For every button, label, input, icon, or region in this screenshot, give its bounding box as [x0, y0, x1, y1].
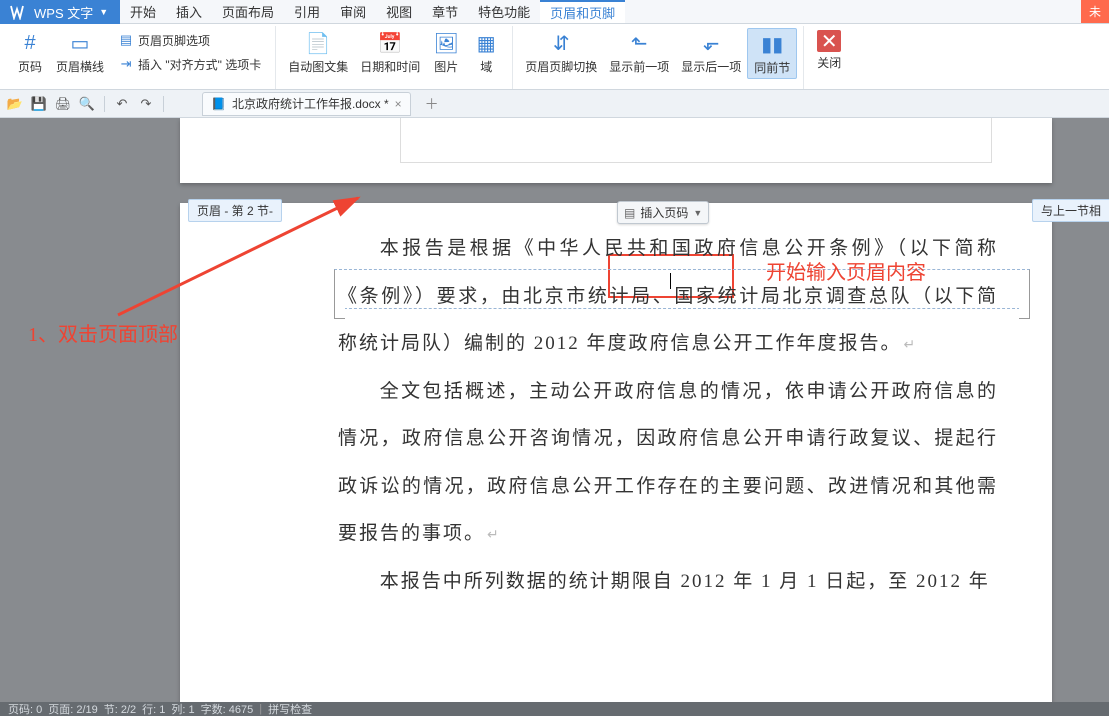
show-next-button[interactable]: ⬐ 显示后一项	[675, 28, 747, 77]
header-line-button[interactable]: ▭ 页眉横线	[50, 28, 110, 77]
tab-special[interactable]: 特色功能	[468, 0, 540, 23]
tab-insert[interactable]: 插入	[166, 0, 212, 23]
wps-logo-icon	[6, 1, 28, 23]
show-next-label: 显示后一项	[681, 58, 741, 75]
status-page: 页面: 2/19	[48, 701, 98, 717]
status-page-code: 页码: 0	[8, 701, 42, 717]
titlebar-right-button[interactable]: 未	[1081, 0, 1109, 23]
app-menu-caret-icon[interactable]: ▼	[99, 7, 108, 17]
tab-view[interactable]: 视图	[376, 0, 422, 23]
page-previous-bottom	[180, 118, 1052, 183]
quick-access-bar: 📂 💾 🖨 🔍 ↶ ↷ 📘 北京政府统计工作年报.docx * × ＋	[0, 90, 1109, 118]
insert-align-label: 插入 "对齐方式" 选项卡	[138, 56, 261, 73]
auto-text-label: 自动图文集	[288, 58, 348, 75]
return-mark-icon: ↵	[487, 528, 501, 543]
header-footer-options-button[interactable]: ▤ 页眉页脚选项	[114, 30, 265, 50]
paragraph-1: 本报告是根据《中华人民共和国政府信息公开条例》（以下简称《条例》）要求，由北京市…	[338, 238, 998, 354]
show-prev-button[interactable]: ⬑ 显示前一项	[603, 28, 675, 77]
separator	[104, 96, 105, 112]
doc-icon: 📘	[211, 97, 226, 111]
same-section-button[interactable]: ▮▮ 同前节	[747, 28, 797, 79]
add-tab-button[interactable]: ＋	[425, 94, 439, 114]
tab-section[interactable]: 章节	[422, 0, 468, 23]
insert-page-number-button[interactable]: ▤ 插入页码 ▼	[617, 201, 709, 224]
tab-review[interactable]: 审阅	[330, 0, 376, 23]
page-number-label: 页码	[18, 58, 42, 75]
link-previous-tag: 与上一节相	[1032, 199, 1109, 222]
tab-close-icon[interactable]: ×	[395, 97, 402, 111]
field-button[interactable]: ▦ 域	[466, 28, 506, 77]
insert-align-tab-button[interactable]: ⇥ 插入 "对齐方式" 选项卡	[114, 54, 265, 74]
separator	[163, 96, 164, 112]
tab-home[interactable]: 开始	[120, 0, 166, 23]
prev-icon: ⬑	[625, 30, 653, 56]
header-line-icon: ▭	[66, 30, 94, 56]
tab-references[interactable]: 引用	[284, 0, 330, 23]
page-number-small-icon: ▤	[624, 206, 635, 220]
dropdown-caret-icon: ▼	[693, 208, 702, 218]
status-word-count: 字数: 4675	[201, 701, 254, 717]
return-mark-icon: ↵	[904, 338, 918, 353]
status-col: 列: 1	[171, 701, 194, 717]
auto-text-icon: 📄	[304, 30, 332, 56]
ribbon: # 页码 ▭ 页眉横线 ▤ 页眉页脚选项 ⇥ 插入 "对齐方式" 选项卡 📄 自…	[0, 24, 1109, 90]
picture-button[interactable]: 🖼 图片	[426, 28, 466, 77]
close-icon: ✕	[817, 30, 841, 52]
header-line-label: 页眉横线	[56, 58, 104, 75]
hf-switch-label: 页眉页脚切换	[525, 58, 597, 75]
print-preview-icon[interactable]: 🔍	[78, 95, 96, 113]
doc-name: 北京政府统计工作年报.docx *	[232, 95, 389, 112]
show-prev-label: 显示前一项	[609, 58, 669, 75]
document-tab[interactable]: 📘 北京政府统计工作年报.docx * ×	[202, 92, 411, 116]
save-icon[interactable]: 💾	[30, 95, 48, 113]
picture-icon: 🖼	[432, 30, 460, 56]
datetime-label: 日期和时间	[360, 58, 420, 75]
statusbar: 页码: 0 页面: 2/19 节: 2/2 行: 1 列: 1 字数: 4675…	[0, 702, 1109, 716]
header-section-tag: 页眉 - 第 2 节-	[188, 199, 282, 222]
open-icon[interactable]: 📂	[6, 95, 24, 113]
status-section: 节: 2/2	[104, 701, 136, 717]
picture-label: 图片	[434, 58, 458, 75]
insert-pn-label: 插入页码	[640, 204, 688, 221]
redo-icon[interactable]: ↷	[137, 95, 155, 113]
field-label: 域	[480, 58, 492, 75]
calendar-icon: 📅	[376, 30, 404, 56]
paragraph-2: 全文包括概述，主动公开政府信息的情况，依申请公开政府信息的情况，政府信息公开咨询…	[338, 381, 998, 545]
hf-options-label: 页眉页脚选项	[138, 32, 210, 49]
annotation-step1: 1、双击页面顶部	[28, 318, 178, 347]
field-icon: ▦	[472, 30, 500, 56]
same-section-label: 同前节	[754, 59, 790, 76]
document-body-text: 本报告是根据《中华人民共和国政府信息公开条例》（以下简称《条例》）要求，由北京市…	[338, 225, 998, 605]
paragraph-3: 本报告中所列数据的统计期限自 2012 年 1 月 1 日起，至 2012 年	[380, 571, 990, 592]
print-icon[interactable]: 🖨	[54, 95, 72, 113]
next-icon: ⬐	[697, 30, 725, 56]
close-hf-button[interactable]: ✕ 关闭	[810, 28, 848, 73]
undo-icon[interactable]: ↶	[113, 95, 131, 113]
switch-icon: ⇵	[547, 30, 575, 56]
status-spellcheck[interactable]: 拼写检查	[268, 701, 312, 717]
menubar: 开始 插入 页面布局 引用 审阅 视图 章节 特色功能 页眉和页脚 未	[120, 0, 1109, 24]
app-name: WPS 文字	[34, 3, 93, 22]
status-line: 行: 1	[142, 701, 165, 717]
same-section-icon: ▮▮	[758, 31, 786, 57]
auto-text-button[interactable]: 📄 自动图文集	[282, 28, 354, 77]
page-number-icon: #	[16, 30, 44, 56]
page-number-button[interactable]: # 页码	[10, 28, 50, 77]
tab-page-layout[interactable]: 页面布局	[212, 0, 284, 23]
tab-header-footer[interactable]: 页眉和页脚	[540, 0, 625, 23]
datetime-button[interactable]: 📅 日期和时间	[354, 28, 426, 77]
hf-switch-button[interactable]: ⇵ 页眉页脚切换	[519, 28, 603, 77]
options-icon: ▤	[118, 32, 134, 48]
align-tab-icon: ⇥	[118, 56, 134, 72]
close-label: 关闭	[817, 54, 841, 71]
